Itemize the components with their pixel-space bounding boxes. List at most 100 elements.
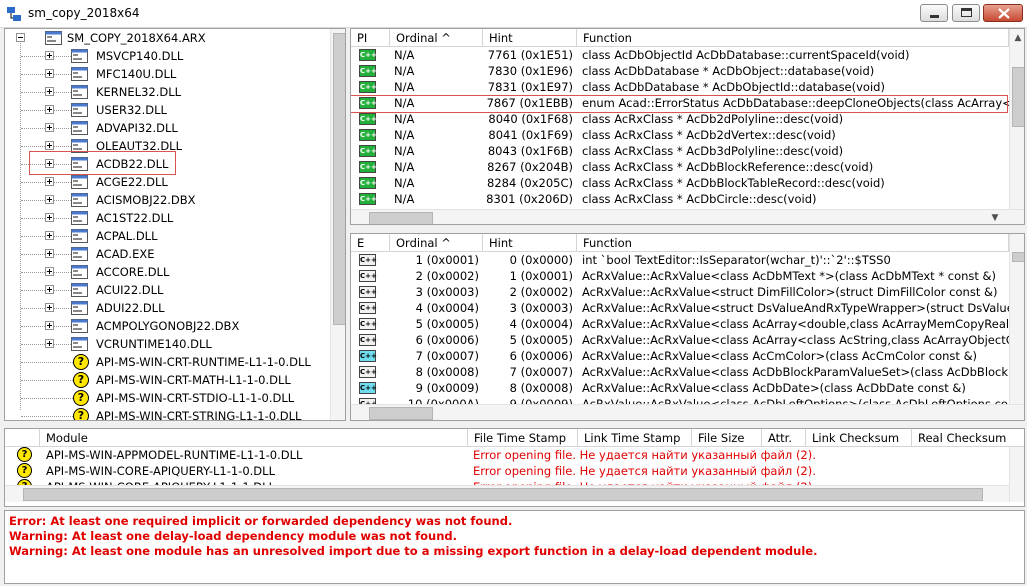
close-button[interactable] xyxy=(983,4,1023,22)
import-row[interactable]: C++ N/A 7761 (0x1E51) class AcDbObjectId Ac… xyxy=(351,47,1009,63)
tree-item[interactable]: ACMPOLYGONOBJ22.DBX xyxy=(5,317,330,335)
column-header-file-size[interactable]: File Size xyxy=(692,429,762,447)
column-header-e[interactable]: E xyxy=(351,234,390,252)
expand-icon[interactable] xyxy=(45,69,54,78)
column-header-hint[interactable]: Hint xyxy=(483,234,577,252)
export-row[interactable]: C++ 8 (0x0008) 7 (0x0007) AcRxValue::AcRxVa… xyxy=(351,364,1009,380)
column-header-link-time-stamp[interactable]: Link Time Stamp xyxy=(578,429,692,447)
tree-item[interactable]: VCRUNTIME140.DLL xyxy=(5,335,330,353)
expand-icon[interactable] xyxy=(45,87,54,96)
import-row[interactable]: C++ N/A 8267 (0x204B) class AcRxClass * AcD… xyxy=(351,159,1009,175)
expand-icon[interactable] xyxy=(45,321,54,330)
import-row[interactable]: C++ N/A 8301 (0x206D) class AcRxClass * AcD… xyxy=(351,191,1009,207)
expand-icon[interactable] xyxy=(45,177,54,186)
export-row[interactable]: C++ 5 (0x0005) 4 (0x0004) AcRxValue::AcRxVa… xyxy=(351,316,1009,332)
tree-item[interactable]: MSVCP140.DLL xyxy=(5,47,330,65)
module-vertical-scrollbar[interactable] xyxy=(1009,447,1024,502)
tree-scroll-thumb[interactable] xyxy=(333,33,345,325)
expand-icon[interactable] xyxy=(45,231,54,240)
expand-icon[interactable] xyxy=(45,303,54,312)
column-header-real-checksum[interactable]: Real Checksum xyxy=(912,429,1024,447)
tree-item[interactable]: ADUI22.DLL xyxy=(5,299,330,317)
export-row[interactable]: C++ 2 (0x0002) 1 (0x0001) AcRxValue::AcRxVa… xyxy=(351,268,1009,284)
tree-item[interactable]: ? API-MS-WIN-CRT-RUNTIME-L1-1-0.DLL xyxy=(5,353,330,371)
column-header-module[interactable]: Module xyxy=(40,429,468,447)
scroll-down-icon[interactable]: ▼ xyxy=(987,210,1003,224)
imports-horizontal-scrollbar[interactable]: ▼ xyxy=(351,209,1024,224)
collapse-icon[interactable] xyxy=(16,33,25,42)
column-header-pi[interactable]: PI xyxy=(351,29,390,47)
minimize-button[interactable] xyxy=(920,4,948,22)
tree-item[interactable]: ACISMOBJ22.DBX xyxy=(5,191,330,209)
export-row[interactable]: C++ 3 (0x0003) 2 (0x0002) AcRxValue::AcRxVa… xyxy=(351,284,1009,300)
column-header-ordinal[interactable]: Ordinal ^ xyxy=(390,234,483,252)
ordinal-cell: 5 (0x0005) xyxy=(415,317,479,331)
module-row[interactable]: ? API-MS-WIN-APPMODEL-RUNTIME-L1-1-0.DLL E… xyxy=(5,447,1009,463)
tree-item[interactable]: ADVAPI32.DLL xyxy=(5,119,330,137)
export-row[interactable]: C++ 7 (0x0007) 6 (0x0006) AcRxValue::AcRxVa… xyxy=(351,348,1009,364)
tree-item[interactable]: ? API-MS-WIN-CRT-STRING-L1-1-0.DLL xyxy=(5,407,330,420)
expand-icon[interactable] xyxy=(45,105,54,114)
expand-icon[interactable] xyxy=(45,285,54,294)
tree-item[interactable]: ACPAL.DLL xyxy=(5,227,330,245)
cpp-function-icon: C++ xyxy=(359,302,377,314)
exports-vertical-scrollbar[interactable] xyxy=(1009,234,1024,404)
exports-list[interactable]: E Ordinal ^ Hint Function C++ 1 (0x0001) 0… xyxy=(350,233,1025,421)
tree-item[interactable]: ACCORE.DLL xyxy=(5,263,330,281)
tree-item[interactable]: AC1ST22.DLL xyxy=(5,209,330,227)
column-header-hint[interactable]: Hint xyxy=(483,29,577,47)
import-row[interactable]: C++ N/A 8284 (0x205C) class AcRxClass * AcD… xyxy=(351,175,1009,191)
export-row[interactable]: C++ 9 (0x0009) 8 (0x0008) AcRxValue::AcRxVa… xyxy=(351,380,1009,396)
column-header-function[interactable]: Function xyxy=(577,234,1009,252)
exports-scroll-thumb[interactable] xyxy=(1012,252,1024,262)
scroll-up-icon[interactable]: ▲ xyxy=(1010,30,1024,46)
import-row[interactable]: C++ N/A 8040 (0x1F68) class AcRxClass * AcD… xyxy=(351,111,1009,127)
exports-hscroll-thumb[interactable] xyxy=(369,407,433,420)
expand-icon[interactable] xyxy=(45,267,54,276)
imports-vertical-scrollbar[interactable]: ▲ xyxy=(1009,29,1024,209)
expand-icon[interactable] xyxy=(45,195,54,204)
column-header-link-checksum[interactable]: Link Checksum xyxy=(806,429,912,447)
parent-imports-list[interactable]: PI Ordinal ^ Hint Function C++ N/A 7761 (0… xyxy=(350,28,1025,225)
import-row[interactable]: C++ N/A 8041 (0x1F69) class AcRxClass * AcD… xyxy=(351,127,1009,143)
column-header-attr[interactable]: Attr. xyxy=(762,429,806,447)
tree-item[interactable]: ACAD.EXE xyxy=(5,245,330,263)
tree-root-item[interactable]: SM_COPY_2018X64.ARX xyxy=(5,29,330,47)
export-row[interactable]: C++ 1 (0x0001) 0 (0x0000) int `bool TextEdi… xyxy=(351,252,1009,268)
module-hscroll-thumb[interactable] xyxy=(23,488,983,501)
exports-horizontal-scrollbar[interactable] xyxy=(351,404,1024,420)
tree-item[interactable]: USER32.DLL xyxy=(5,101,330,119)
module-list[interactable]: Module File Time Stamp Link Time Stamp F… xyxy=(4,428,1025,507)
column-header-file-time-stamp[interactable]: File Time Stamp xyxy=(468,429,578,447)
tree-item[interactable]: ? API-MS-WIN-CRT-STDIO-L1-1-0.DLL xyxy=(5,389,330,407)
module-horizontal-scrollbar[interactable] xyxy=(5,485,1009,502)
import-row[interactable]: C++ N/A 8043 (0x1F6B) class AcRxClass * AcD… xyxy=(351,143,1009,159)
maximize-button[interactable] xyxy=(952,4,980,22)
expand-icon[interactable] xyxy=(45,51,54,60)
log-panel[interactable]: Error: At least one required implicit or… xyxy=(4,510,1025,584)
export-row[interactable]: C++ 6 (0x0006) 5 (0x0005) AcRxValue::AcRxVa… xyxy=(351,332,1009,348)
column-header-ordinal[interactable]: Ordinal ^ xyxy=(390,29,483,47)
imports-hscroll-thumb[interactable] xyxy=(369,212,433,224)
tree-item[interactable]: ACGE22.DLL xyxy=(5,173,330,191)
import-row[interactable]: C++ N/A 7831 (0x1E97) class AcDbDatabase * … xyxy=(351,79,1009,95)
expand-icon[interactable] xyxy=(45,339,54,348)
module-dependency-tree[interactable]: SM_COPY_2018X64.ARX MSVCP140.DLL MFC140U.… xyxy=(4,28,346,421)
column-header-function[interactable]: Function xyxy=(577,29,1009,47)
expand-icon[interactable] xyxy=(45,141,54,150)
imports-scroll-thumb[interactable] xyxy=(1012,67,1024,127)
module-icon xyxy=(45,31,62,45)
cpp-function-icon: C++ xyxy=(359,270,377,282)
expand-icon[interactable] xyxy=(45,213,54,222)
module-row[interactable]: ? API-MS-WIN-CORE-APIQUERY-L1-1-0.DLL Erro… xyxy=(5,463,1009,479)
tree-item[interactable]: ? API-MS-WIN-CRT-MATH-L1-1-0.DLL xyxy=(5,371,330,389)
tree-vertical-scrollbar[interactable] xyxy=(330,29,345,420)
expand-icon[interactable] xyxy=(45,123,54,132)
expand-icon[interactable] xyxy=(45,249,54,258)
tree-item[interactable]: MFC140U.DLL xyxy=(5,65,330,83)
export-row[interactable]: C++ 4 (0x0004) 3 (0x0003) AcRxValue::AcRxVa… xyxy=(351,300,1009,316)
column-header-module-icon[interactable] xyxy=(5,429,40,447)
import-row[interactable]: C++ N/A 7830 (0x1E96) class AcDbDatabase * … xyxy=(351,63,1009,79)
tree-item[interactable]: KERNEL32.DLL xyxy=(5,83,330,101)
tree-item[interactable]: ACUI22.DLL xyxy=(5,281,330,299)
